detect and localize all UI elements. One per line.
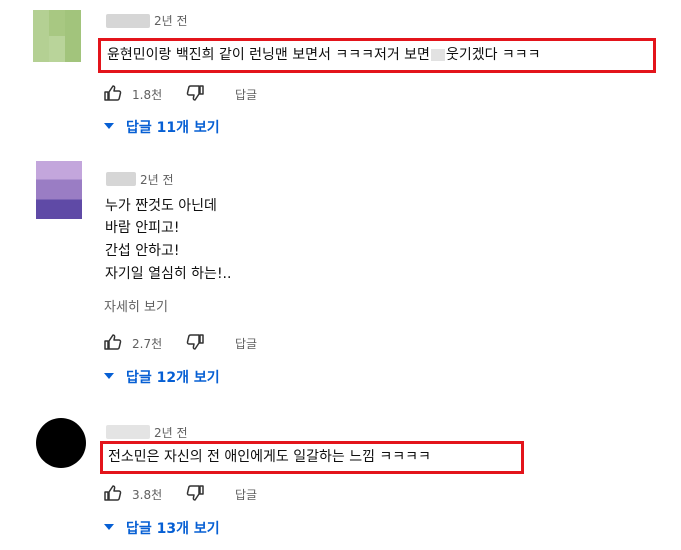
reply-button[interactable]: 답글 bbox=[235, 486, 257, 503]
author-name-blurred[interactable] bbox=[106, 172, 136, 186]
avatar[interactable] bbox=[36, 161, 82, 219]
comment-actions: 3.8천 답글 bbox=[104, 485, 304, 503]
thumb-up-icon[interactable] bbox=[104, 485, 122, 504]
avatar[interactable] bbox=[33, 10, 81, 62]
view-replies-label: 답글 13개 보기 bbox=[126, 521, 220, 537]
comment-text: 윤현민이랑 백진희 같이 런닝맨 보면서 ㅋㅋㅋ저거 보면 웃기겠다 ㅋㅋㅋ bbox=[107, 44, 541, 66]
thumb-down-icon[interactable] bbox=[186, 334, 204, 353]
comment-line-2: 바람 안피고! bbox=[105, 220, 180, 236]
thumb-up-icon[interactable] bbox=[104, 85, 122, 104]
thumb-down-icon[interactable] bbox=[186, 485, 204, 504]
view-replies-button[interactable]: 답글 11개 보기 bbox=[104, 117, 264, 137]
thumb-up-icon[interactable] bbox=[104, 334, 122, 353]
comment-text-part-2: 웃기겠다 ㅋㅋㅋ bbox=[445, 47, 541, 63]
comment-text-part-1: 윤현민이랑 백진희 같이 런닝맨 보면서 ㅋㅋㅋ저거 보면 bbox=[107, 47, 430, 63]
author-name-blurred[interactable] bbox=[106, 14, 150, 28]
view-replies-button[interactable]: 답글 12개 보기 bbox=[104, 367, 264, 387]
view-replies-label: 답글 11개 보기 bbox=[126, 120, 220, 136]
read-more-link[interactable]: 자세히 보기 bbox=[104, 296, 168, 315]
comment-time: 2년 전 bbox=[154, 14, 188, 28]
avatar[interactable] bbox=[36, 418, 86, 468]
caret-down-icon bbox=[104, 373, 114, 379]
like-count: 1.8천 bbox=[132, 88, 163, 102]
comment-actions: 1.8천 답글 bbox=[104, 85, 304, 103]
caret-down-icon bbox=[104, 524, 114, 530]
reply-button[interactable]: 답글 bbox=[235, 335, 257, 352]
comment-line-3: 간섭 안하고! bbox=[105, 243, 180, 259]
blurred-word bbox=[430, 49, 445, 61]
like-count: 3.8천 bbox=[132, 488, 163, 502]
view-replies-button[interactable]: 답글 13개 보기 bbox=[104, 518, 264, 538]
comment-time: 2년 전 bbox=[154, 426, 188, 440]
comment-line-4: 자기일 열심히 하는!.. bbox=[105, 266, 232, 282]
comment-actions: 2.7천 답글 bbox=[104, 334, 304, 352]
like-count: 2.7천 bbox=[132, 337, 163, 351]
comment-text: 전소민은 자신의 전 애인에게도 일갈하는 느낌 ㅋㅋㅋㅋ bbox=[108, 449, 431, 465]
view-replies-label: 답글 12개 보기 bbox=[126, 370, 220, 386]
comment-line-1: 누가 짠것도 아닌데 bbox=[105, 198, 217, 214]
comment-time: 2년 전 bbox=[140, 173, 174, 187]
author-name-blurred[interactable] bbox=[106, 425, 150, 439]
caret-down-icon bbox=[104, 123, 114, 129]
thumb-down-icon[interactable] bbox=[186, 85, 204, 104]
reply-button[interactable]: 답글 bbox=[235, 86, 257, 103]
